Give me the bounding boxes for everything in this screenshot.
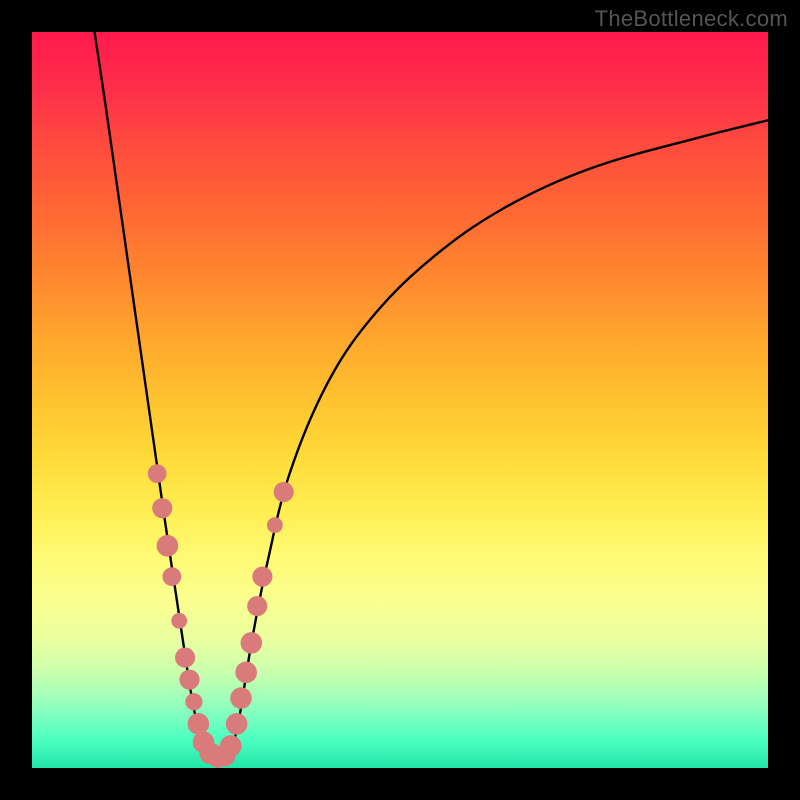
data-marker <box>171 613 187 629</box>
data-marker <box>230 687 252 709</box>
data-marker <box>179 670 199 690</box>
data-marker <box>241 632 263 654</box>
data-markers <box>148 464 294 768</box>
chart-frame: TheBottleneck.com <box>0 0 800 800</box>
data-marker <box>274 482 294 502</box>
data-marker <box>157 535 179 557</box>
data-marker <box>175 648 195 668</box>
data-marker <box>235 662 257 684</box>
watermark-text: TheBottleneck.com <box>595 6 788 32</box>
data-marker <box>220 735 242 757</box>
data-marker <box>226 713 248 735</box>
chart-svg <box>32 32 768 768</box>
left-curve <box>95 32 209 753</box>
data-marker <box>185 693 202 710</box>
data-marker <box>152 498 172 518</box>
data-marker <box>148 464 167 483</box>
data-marker <box>188 713 210 735</box>
plot-area <box>32 32 768 768</box>
data-marker <box>162 567 181 586</box>
right-curve <box>231 120 768 753</box>
data-marker <box>252 567 272 587</box>
data-marker <box>247 596 267 616</box>
data-marker <box>267 517 283 533</box>
